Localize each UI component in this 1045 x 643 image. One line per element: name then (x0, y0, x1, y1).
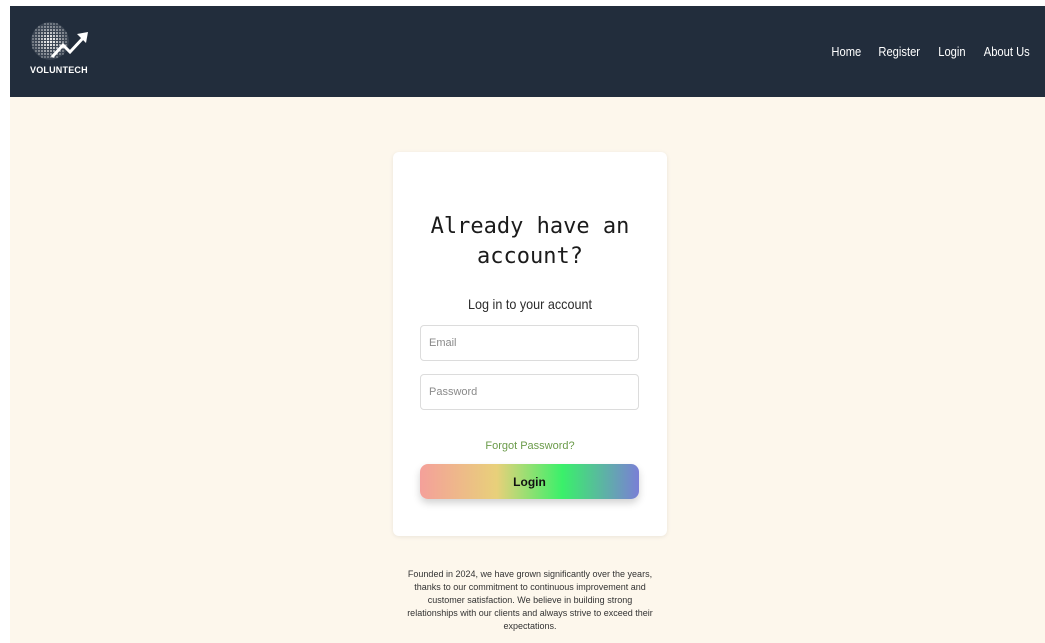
login-subtitle: Log in to your account (467, 296, 592, 312)
email-input[interactable] (420, 325, 639, 361)
nav-links: Home Register Login About Us (829, 44, 1033, 59)
page: VOLUNTECH Home Register Login About Us A… (10, 6, 1045, 643)
nav-link-register[interactable]: Register (879, 44, 921, 59)
nav-link-home[interactable]: Home (831, 44, 861, 59)
voluntech-logo[interactable]: VOLUNTECH (30, 21, 92, 81)
nav-link-login[interactable]: Login (938, 44, 965, 59)
nav-link-about-us[interactable]: About Us (983, 44, 1029, 59)
login-button[interactable]: Login (420, 464, 639, 499)
forgot-password-link[interactable]: Forgot Password? (393, 440, 667, 452)
password-input[interactable] (420, 374, 639, 410)
navbar: VOLUNTECH Home Register Login About Us (10, 6, 1045, 97)
logo-text: VOLUNTECH (30, 65, 88, 75)
login-title: Already have an account? (430, 214, 630, 269)
globe-arrow-icon (31, 22, 88, 60)
login-card: Already have an account? Log in to your … (393, 152, 667, 536)
footer-about-text: Founded in 2024, we have grown significa… (407, 569, 653, 631)
